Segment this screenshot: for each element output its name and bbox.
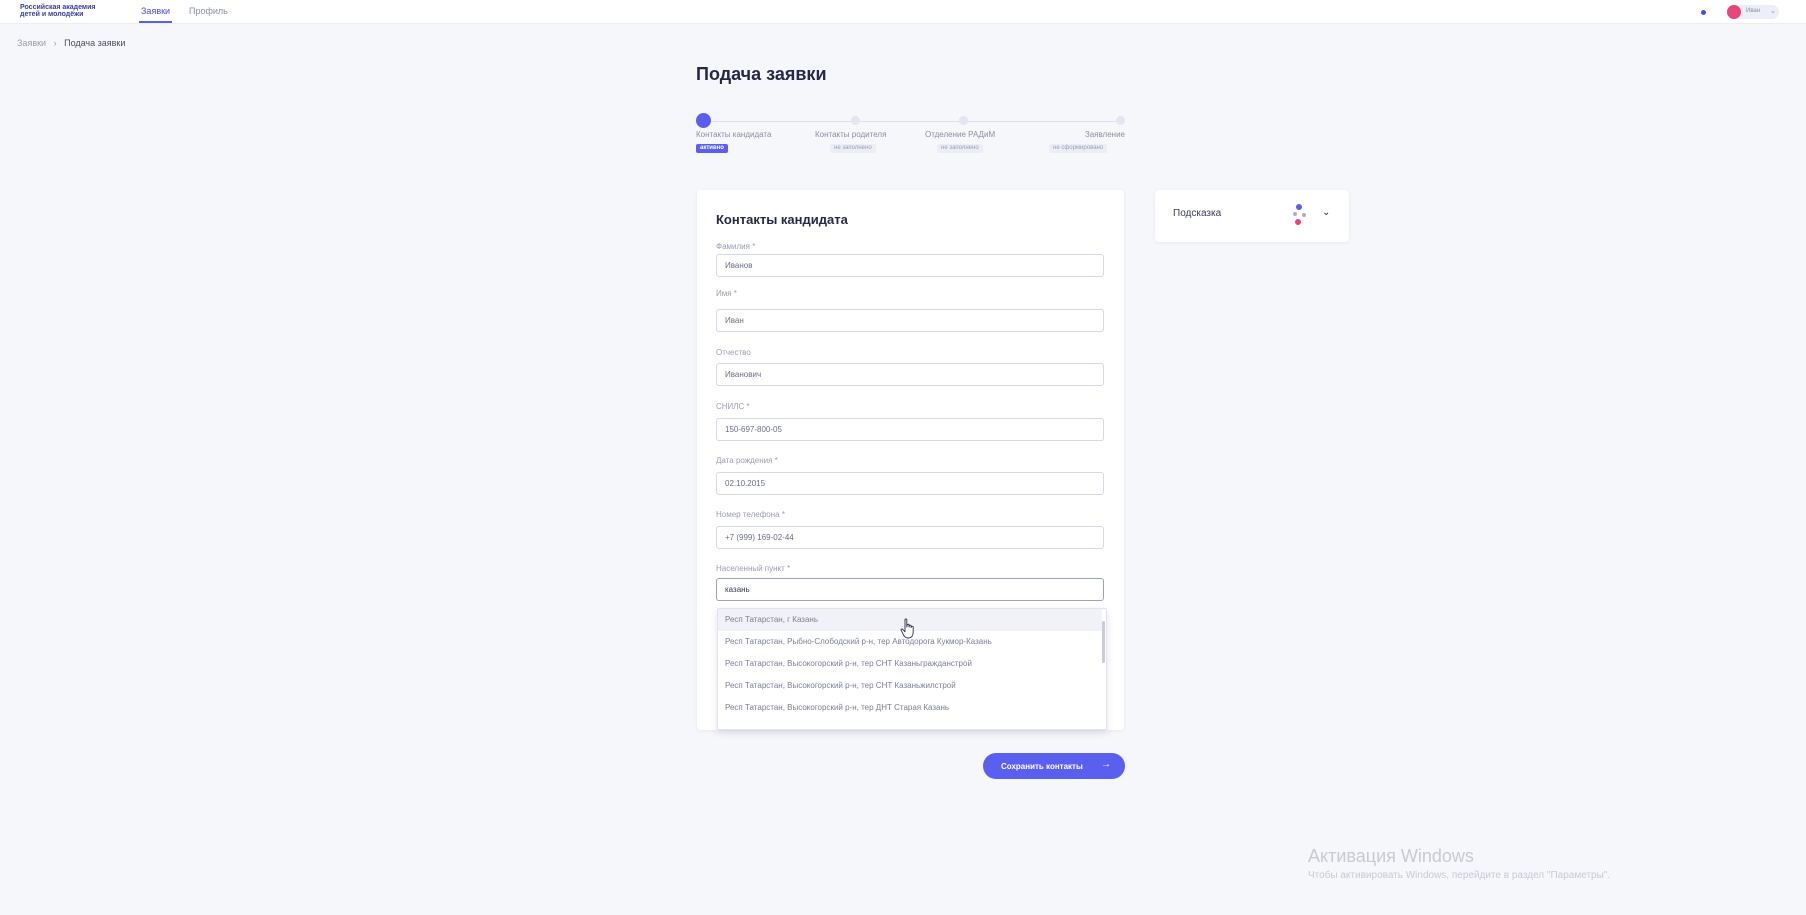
user-menu[interactable]: Иван ⌄ [1727,5,1779,19]
step-label: Заявление [1084,130,1125,139]
step-status-badge: активно [696,144,728,153]
last-name-input[interactable]: Иванов [716,254,1104,277]
nav-tab-profile[interactable]: Профиль [189,6,228,16]
hint-dots-icon [1293,204,1306,225]
first-name-input[interactable]: Иван [716,309,1104,332]
step-status-badge: не заполнено [830,144,876,153]
step-dot [959,116,968,125]
suggestion-item[interactable]: Респ Татарстан, Высокогорский р-н, тер Д… [718,697,1102,719]
card-title: Контакты кандидата [716,212,848,227]
stepper-line [703,121,1125,122]
save-contacts-button[interactable]: Сохранить контакты → [983,753,1125,779]
save-contacts-label: Сохранить контакты [1001,761,1083,771]
snils-label: СНИЛС * [716,402,750,411]
patronymic-input[interactable]: Иванович [716,363,1104,386]
nav-tab-applications[interactable]: Заявки [138,6,173,23]
hand-cursor-icon [900,618,914,639]
breadcrumb-item-applications[interactable]: Заявки [17,38,46,48]
page-title: Подача заявки [696,64,827,84]
top-bar: Российская академия детей и молодёжи Зая… [0,0,1806,24]
step-label: Контакты родителя [815,130,887,139]
snils-input[interactable]: 150-697-800-05 [716,418,1104,441]
locality-input[interactable]: казань [716,578,1104,601]
step-status-badge: не заполнено [937,144,983,153]
birth-date-input[interactable]: 02.10.2015 [716,472,1104,495]
avatar [1727,5,1741,19]
phone-input[interactable]: +7 (999) 169-02-44 [716,526,1104,549]
patronymic-label: Отчество [716,348,751,357]
logo-line-2: детей и молодёжи [20,11,84,18]
chevron-down-icon: ⌄ [1770,8,1776,15]
suggestion-item[interactable]: Респ Татарстан, Высокогорский р-н, тер С… [718,675,1102,697]
step-status-badge: не сформировано [1049,144,1108,153]
first-name-label: Имя * [716,289,737,298]
dropdown-scrollbar[interactable] [1102,621,1105,663]
chevron-down-icon[interactable]: ⌄ [1322,207,1330,218]
birth-date-label: Дата рождения * [716,456,778,465]
windows-activation-title: Активация Windows [1308,846,1474,866]
phone-label: Номер телефона * [716,510,785,519]
user-name: Иван [1746,8,1761,14]
suggestion-item[interactable]: Респ Татарстан, Высокогорский р-н, тер С… [718,653,1102,675]
step-dot-active [696,113,711,128]
step-dot [851,116,860,125]
breadcrumb-separator: › [53,38,57,48]
hint-title: Подсказка [1173,208,1222,219]
arrow-right-icon: → [1101,759,1111,770]
windows-activation-subtitle: Чтобы активировать Windows, перейдите в … [1308,870,1611,881]
breadcrumb: Заявки › Подача заявки [17,38,125,48]
notification-icon[interactable] [1701,10,1706,15]
breadcrumb-item-current: Подача заявки [64,38,126,48]
step-label: Отделение РАДиМ [925,130,996,139]
last-name-label: Фамилия * [716,242,756,251]
step-label: Контакты кандидата [696,130,772,139]
logo-line-1: Российская академия [20,4,96,11]
locality-label: Населенный пункт * [716,564,791,573]
step-dot [1116,116,1125,125]
hint-panel[interactable]: Подсказка ⌄ [1155,190,1349,242]
logo[interactable]: Российская академия детей и молодёжи [20,4,116,18]
